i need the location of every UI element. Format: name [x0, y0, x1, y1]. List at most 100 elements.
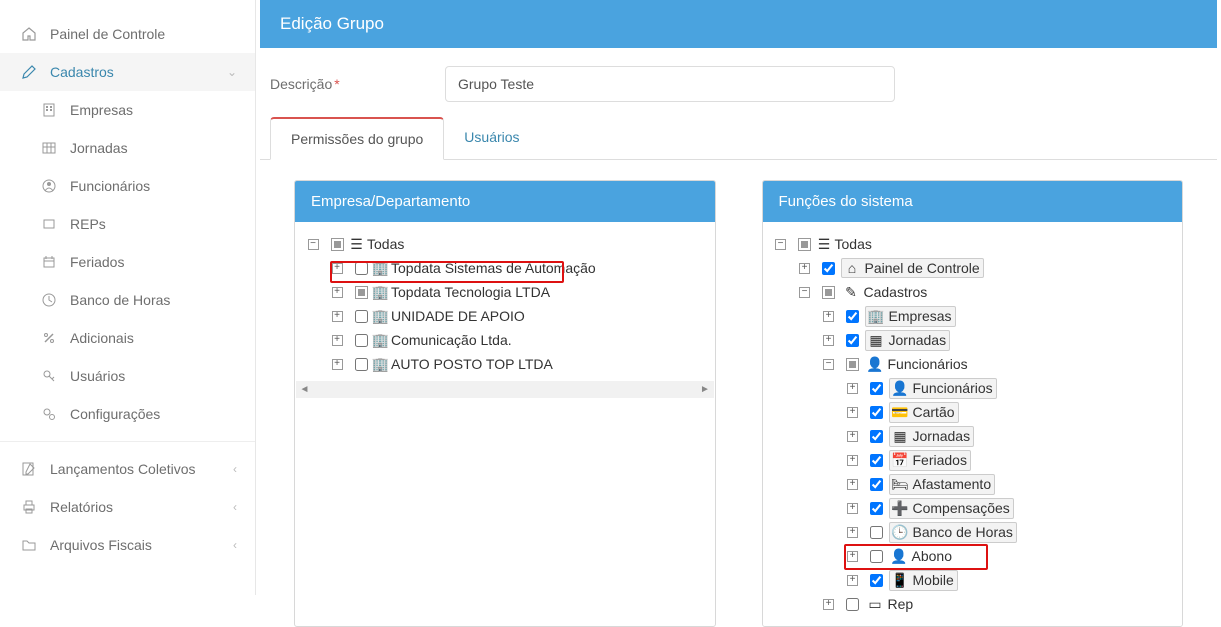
checkbox[interactable] — [870, 574, 883, 587]
tree-subitem-mobile[interactable]: +📱Mobile — [769, 568, 1177, 592]
panel-funcoes-sistema: Funções do sistema −☰Todas +⌂Painel de C… — [762, 180, 1184, 627]
expand-icon[interactable]: + — [847, 383, 858, 394]
checkbox[interactable] — [846, 334, 859, 347]
sidebar-item-empresas[interactable]: Empresas — [0, 91, 255, 129]
grid-icon: ▦ — [869, 332, 884, 349]
expand-icon[interactable]: + — [847, 551, 858, 562]
descricao-input[interactable] — [445, 66, 895, 102]
expand-icon[interactable]: + — [847, 431, 858, 442]
expand-icon[interactable]: + — [823, 311, 834, 322]
scroll-left-icon[interactable]: ◄ — [296, 381, 313, 398]
sidebar-item-lancamentos[interactable]: Lançamentos Coletivos‹ — [0, 450, 255, 488]
tree-item[interactable]: +🏢UNIDADE DE APOIO — [301, 304, 709, 328]
tree-subitem[interactable]: +➕Compensações — [769, 496, 1177, 520]
sidebar-item-relatorios[interactable]: Relatórios‹ — [0, 488, 255, 526]
checkbox[interactable] — [870, 502, 883, 515]
sidebar-item-usuarios[interactable]: Usuários — [0, 357, 255, 395]
checkbox[interactable] — [846, 598, 859, 611]
device-icon: ▭ — [868, 596, 883, 613]
expand-icon[interactable]: + — [847, 575, 858, 586]
expand-icon[interactable]: + — [847, 407, 858, 418]
tree-item[interactable]: +🏢Comunicação Ltda. — [301, 328, 709, 352]
sidebar-item-cadastros[interactable]: Cadastros ⌄ — [0, 53, 255, 91]
checkbox[interactable] — [870, 550, 883, 563]
tree-item[interactable]: +🏢Topdata Tecnologia LTDA — [301, 280, 709, 304]
expand-icon[interactable]: + — [847, 479, 858, 490]
tab-permissoes[interactable]: Permissões do grupo — [270, 117, 444, 160]
collapse-icon[interactable]: − — [799, 287, 810, 298]
collapse-icon[interactable]: − — [308, 239, 319, 250]
tree-root[interactable]: −☰Todas — [301, 232, 709, 256]
checkbox-indeterminate[interactable] — [355, 286, 368, 299]
tree-subitem[interactable]: +👤Abono — [769, 544, 1177, 568]
expand-icon[interactable]: + — [332, 359, 343, 370]
checkbox[interactable] — [355, 358, 368, 371]
sidebar-item-adicionais[interactable]: Adicionais — [0, 319, 255, 357]
tree-item[interactable]: +🏢AUTO POSTO TOP LTDA — [301, 352, 709, 376]
expand-icon[interactable]: + — [847, 455, 858, 466]
collapse-icon[interactable]: − — [823, 359, 834, 370]
expand-icon[interactable]: + — [823, 335, 834, 346]
tree-subitem[interactable]: +📅Feriados — [769, 448, 1177, 472]
checkbox[interactable] — [870, 430, 883, 443]
expand-icon[interactable]: + — [332, 335, 343, 346]
sidebar-item-configuracoes[interactable]: Configurações — [0, 395, 255, 433]
tree-subitem[interactable]: +💳Cartão — [769, 400, 1177, 424]
sidebar-item-reps[interactable]: REPs — [0, 205, 255, 243]
checkbox-indeterminate[interactable] — [846, 358, 859, 371]
tree-item-rep[interactable]: +▭Rep — [769, 592, 1177, 616]
tab-usuarios[interactable]: Usuários — [444, 117, 539, 160]
checkbox[interactable] — [870, 526, 883, 539]
tree-item-empresas[interactable]: +🏢Empresas — [769, 304, 1177, 328]
sidebar-item-arquivos[interactable]: Arquivos Fiscais‹ — [0, 526, 255, 564]
checkbox[interactable] — [355, 262, 368, 275]
sidebar-item-jornadas[interactable]: Jornadas — [0, 129, 255, 167]
sidebar-item-painel[interactable]: Painel de Controle — [0, 15, 255, 53]
expand-icon[interactable]: + — [847, 503, 858, 514]
horizontal-scrollbar[interactable]: ◄► — [296, 381, 714, 398]
checkbox[interactable] — [355, 334, 368, 347]
tree-item-jornadas[interactable]: +▦Jornadas — [769, 328, 1177, 352]
building-icon: 🏢 — [373, 260, 388, 277]
expand-icon[interactable]: + — [823, 599, 834, 610]
checkbox-indeterminate[interactable] — [822, 286, 835, 299]
user-icon: 👤 — [892, 548, 907, 565]
printer-icon — [20, 498, 38, 516]
tree-subitem[interactable]: +🕒Banco de Horas — [769, 520, 1177, 544]
tree-item-cadastros[interactable]: −✎Cadastros — [769, 280, 1177, 304]
checkbox[interactable] — [822, 262, 835, 275]
sidebar-item-feriados[interactable]: Feriados — [0, 243, 255, 281]
collapse-icon[interactable]: − — [775, 239, 786, 250]
list-icon: ☰ — [349, 236, 364, 253]
expand-icon[interactable]: + — [332, 263, 343, 274]
expand-icon[interactable]: + — [847, 527, 858, 538]
expand-icon[interactable]: + — [799, 263, 810, 274]
expand-icon[interactable]: + — [332, 287, 343, 298]
tree-subitem[interactable]: +▦Jornadas — [769, 424, 1177, 448]
sidebar-item-funcionarios[interactable]: Funcionários — [0, 167, 255, 205]
building-icon: 🏢 — [373, 284, 388, 301]
tree-subitem[interactable]: +👤Funcionários — [769, 376, 1177, 400]
checkbox-indeterminate[interactable] — [798, 238, 811, 251]
checkbox[interactable] — [846, 310, 859, 323]
checkbox[interactable] — [870, 478, 883, 491]
tree-item-painel[interactable]: +⌂Painel de Controle — [769, 256, 1177, 280]
tree-item[interactable]: +🏢Topdata Sistemas de Automação — [301, 256, 709, 280]
chevron-down-icon: ⌄ — [227, 65, 237, 79]
tree-subitem[interactable]: +🛏Afastamento — [769, 472, 1177, 496]
checkbox-indeterminate[interactable] — [331, 238, 344, 251]
tree-root[interactable]: −☰Todas — [769, 232, 1177, 256]
tree-funcoes: −☰Todas +⌂Painel de Controle −✎Cadastros… — [769, 232, 1177, 616]
scroll-right-icon[interactable]: ► — [697, 381, 714, 398]
checkbox[interactable] — [870, 382, 883, 395]
chevron-left-icon: ‹ — [233, 538, 237, 552]
checkbox[interactable] — [355, 310, 368, 323]
building-icon: 🏢 — [373, 308, 388, 325]
expand-icon[interactable]: + — [332, 311, 343, 322]
tree-empresas: −☰Todas +🏢Topdata Sistemas de Automação … — [301, 232, 709, 376]
tree-item-funcionarios[interactable]: −👤Funcionários — [769, 352, 1177, 376]
checkbox[interactable] — [870, 406, 883, 419]
sidebar-item-banco-horas[interactable]: Banco de Horas — [0, 281, 255, 319]
checkbox[interactable] — [870, 454, 883, 467]
building-icon — [40, 101, 58, 119]
